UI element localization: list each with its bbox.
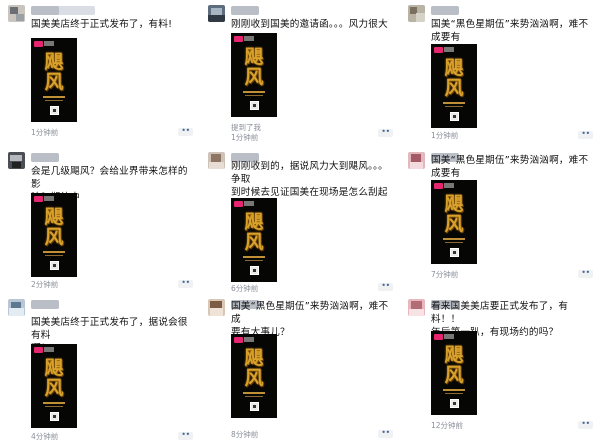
qr-code-icon: [450, 399, 459, 408]
avatar[interactable]: [408, 152, 425, 169]
moment-post: 国美“黑色星期伍”来势汹汹啊，难不成要有 大事儿？ 飓风 1分钟前 ••: [400, 0, 600, 147]
poster-image[interactable]: 飓风: [431, 44, 477, 128]
username-blurred[interactable]: [431, 6, 459, 15]
brand-logo: [234, 337, 243, 343]
brand-logo: [434, 183, 443, 189]
poster-glyph: 风: [444, 213, 464, 235]
qr-code-icon: [50, 412, 59, 421]
poster-glyph: 飓: [44, 206, 64, 228]
mention-label[interactable]: 提到了我: [231, 123, 261, 132]
avatar[interactable]: [408, 299, 425, 316]
poster-glyph: 飓: [44, 357, 64, 379]
post-time: 4分钟前: [31, 432, 59, 440]
post-text-line: 刚刚收到的，据说风力大到飓风。。。争取: [231, 161, 388, 185]
post-text-line: 国美“黑色星期伍”来势汹汹啊，难不成要有: [431, 19, 589, 43]
poster-glyph: 风: [44, 71, 64, 93]
poster-image[interactable]: 飓风: [431, 331, 477, 415]
username-blurred[interactable]: [31, 300, 59, 309]
poster-image[interactable]: 飓风: [231, 198, 277, 282]
qr-code-icon: [450, 112, 459, 121]
brand-logo: [434, 334, 443, 340]
poster-glyph: 飓: [244, 46, 264, 68]
qr-code-icon: [250, 266, 259, 275]
post-text-line: 国美美店终于正式发布了，有料!: [31, 19, 173, 30]
post-text-line: 国美美店终于正式发布了，据说会很有料: [31, 317, 188, 341]
post-time: 2分钟前: [31, 280, 59, 289]
qr-code-icon: [50, 106, 59, 115]
post-time: 6分钟前: [231, 284, 259, 293]
post-time: 8分钟前: [231, 430, 259, 439]
avatar[interactable]: [8, 5, 25, 22]
ellipsis-icon[interactable]: ••: [578, 420, 593, 429]
avatar[interactable]: [208, 5, 225, 22]
qr-code-icon: [250, 402, 259, 411]
moment-post: 看来国美美店要正式发布了，有料！！ 年后第一趴，有现场约的吗？ 飓风 12分钟前…: [400, 294, 600, 440]
poster-image[interactable]: 飓风: [231, 33, 277, 117]
brand-logo: [34, 347, 43, 353]
avatar[interactable]: [208, 299, 225, 316]
ellipsis-icon[interactable]: ••: [578, 269, 593, 278]
poster-image[interactable]: 飓风: [31, 193, 77, 277]
poster-glyph: 飓: [444, 193, 464, 215]
post-text-line: 会是几级飓风？会给业界带来怎样的影: [31, 166, 188, 190]
brand-logo: [34, 41, 43, 47]
avatar[interactable]: [8, 299, 25, 316]
moment-post: 会是几级飓风？会给业界带来怎样的影 响？期待中 飓风 2分钟前 ••: [0, 147, 200, 294]
ellipsis-icon[interactable]: ••: [578, 130, 593, 139]
ellipsis-icon[interactable]: ••: [178, 279, 193, 288]
poster-image[interactable]: 飓风: [31, 38, 77, 122]
moment-post: 国美“黑色星期伍”来势汹汹啊，难不成 要有大事儿？ 飓风 8分钟前 ••: [200, 294, 400, 440]
ellipsis-icon[interactable]: ••: [178, 431, 193, 440]
avatar[interactable]: [208, 152, 225, 169]
post-text-line: 刚刚收到国美的邀请函。。。风力很大: [231, 19, 388, 30]
ellipsis-icon[interactable]: ••: [378, 429, 393, 438]
post-text-line: 看来国美美店要正式发布了，有料！！: [431, 301, 569, 325]
post-time: 1分钟前: [231, 133, 259, 142]
moment-post: 国美美店终于正式发布了，有料! 飓风 1分钟前 ••: [0, 0, 200, 147]
poster-glyph: 风: [244, 231, 264, 253]
username-blurred[interactable]: [231, 6, 259, 15]
avatar[interactable]: [408, 5, 425, 22]
qr-code-icon: [50, 261, 59, 270]
moment-post: 刚刚收到国美的邀请函。。。风力很大 飓风 提到了我 1分钟前 ••: [200, 0, 400, 147]
poster-glyph: 飓: [44, 51, 64, 73]
post-text-line: 国美“黑色星期伍”来势汹汹啊，难不成: [231, 301, 389, 325]
username-blurred[interactable]: [31, 6, 95, 15]
username-blurred[interactable]: [31, 153, 59, 162]
post-time: 1分钟前: [31, 128, 59, 137]
post-text-line: 国美“黑色星期伍”来势汹汹啊，难不成要有: [431, 155, 589, 179]
post-time: 7分钟前: [431, 270, 459, 279]
avatar[interactable]: [8, 152, 25, 169]
brand-logo: [434, 47, 443, 53]
poster-glyph: 风: [444, 77, 464, 99]
brand-logo: [234, 201, 243, 207]
post-time: 12分钟前: [431, 421, 464, 430]
ellipsis-icon[interactable]: ••: [178, 127, 193, 136]
poster-glyph: 飓: [444, 344, 464, 366]
poster-glyph: 风: [244, 367, 264, 389]
ellipsis-icon[interactable]: ••: [378, 128, 393, 137]
poster-image[interactable]: 飓风: [31, 344, 77, 428]
poster-image[interactable]: 飓风: [431, 180, 477, 264]
poster-glyph: 飓: [244, 347, 264, 369]
poster-glyph: 飓: [444, 57, 464, 79]
moment-post: 国美“黑色星期伍”来势汹汹啊，难不成要有 大事儿？ 飓风 7分钟前 ••: [400, 147, 600, 294]
post-time: 1分钟前: [431, 131, 459, 140]
brand-logo: [34, 196, 43, 202]
poster-glyph: 风: [44, 226, 64, 248]
poster-glyph: 风: [44, 377, 64, 399]
qr-code-icon: [450, 248, 459, 257]
poster-glyph: 风: [244, 66, 264, 88]
poster-glyph: 飓: [244, 211, 264, 233]
moment-post: 刚刚收到的，据说风力大到飓风。。。争取 到时候去见证国美在现场是怎么刮起来的~ …: [200, 147, 400, 294]
poster-image[interactable]: 飓风: [231, 334, 277, 418]
brand-logo: [234, 36, 243, 42]
ellipsis-icon[interactable]: ••: [378, 282, 393, 291]
qr-code-icon: [250, 101, 259, 110]
moment-post: 国美美店终于正式发布了，据说会很有料 啊！ 飓风 4分钟前 ••: [0, 294, 200, 440]
poster-glyph: 风: [444, 364, 464, 386]
